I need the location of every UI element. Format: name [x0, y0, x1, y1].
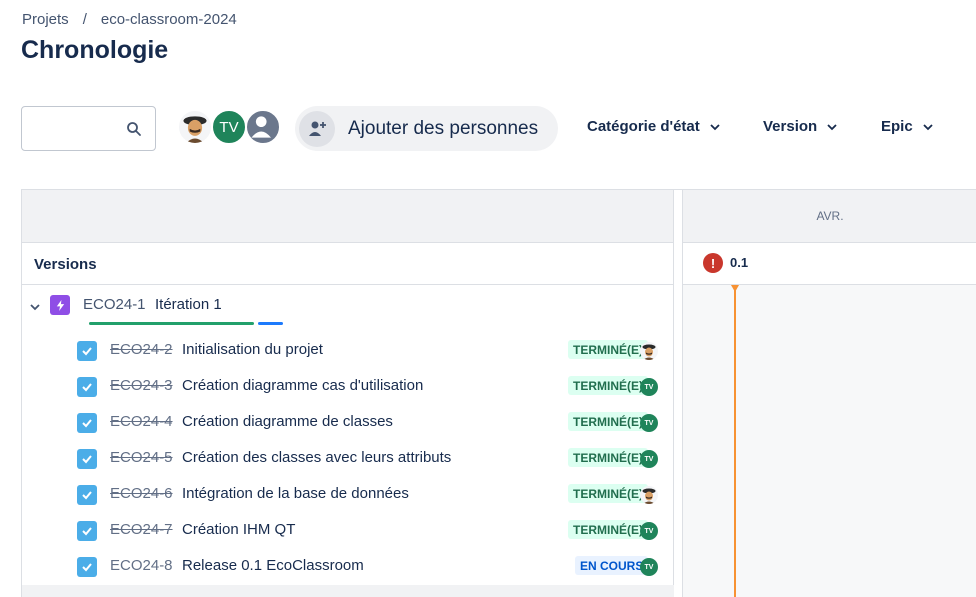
- issue-key[interactable]: ECO24-8: [110, 557, 173, 574]
- task-checkbox-icon: [77, 413, 97, 433]
- chevron-down-icon: [827, 123, 837, 130]
- filter-epic[interactable]: Epic: [881, 118, 933, 135]
- person-avatar-icon: [642, 344, 656, 360]
- chevron-down-icon[interactable]: [30, 302, 40, 312]
- add-person-icon: [299, 110, 335, 147]
- today-line: [734, 285, 736, 597]
- status-badge[interactable]: TERMINÉ(E): [568, 520, 648, 539]
- epic-progress-done: [89, 322, 254, 325]
- assignee-avatar[interactable]: TV: [640, 558, 658, 576]
- filter-label: Version: [763, 118, 818, 135]
- status-badge[interactable]: TERMINÉ(E): [568, 376, 648, 395]
- assignee-avatar[interactable]: TV: [640, 378, 658, 396]
- issue-title[interactable]: Création des classes avec leurs attribut…: [182, 449, 451, 466]
- toolbar: TV Ajouter des personnes Catégorie d'éta…: [21, 106, 976, 152]
- epic-icon: [50, 295, 70, 315]
- epic-key[interactable]: ECO24-1: [83, 296, 146, 313]
- create-row: [22, 585, 674, 597]
- breadcrumb-separator: /: [82, 11, 87, 28]
- task-checkbox-icon: [77, 449, 97, 469]
- issue-title[interactable]: Création IHM QT: [182, 521, 295, 538]
- issue-row[interactable]: ECO24-6 Intégration de la base de donnée…: [22, 479, 674, 515]
- task-checkbox-icon: [77, 485, 97, 505]
- calendar-header: AVR.: [682, 190, 976, 243]
- person-avatar[interactable]: [640, 486, 658, 504]
- version-name[interactable]: 0.1: [730, 255, 748, 270]
- person-avatar-icon: [183, 116, 207, 143]
- issue-row[interactable]: ECO24-8 Release 0.1 EcoClassroom EN COUR…: [22, 551, 674, 587]
- assignee-avatar[interactable]: TV: [640, 522, 658, 540]
- issue-title[interactable]: Initialisation du projet: [182, 341, 323, 358]
- status-badge[interactable]: TERMINÉ(E): [568, 412, 648, 431]
- filter-status-category[interactable]: Catégorie d'état: [587, 118, 720, 135]
- issue-title[interactable]: Intégration de la base de données: [182, 485, 409, 502]
- issue-key[interactable]: ECO24-5: [110, 449, 173, 466]
- page-title: Chronologie: [21, 36, 169, 64]
- filter-version[interactable]: Version: [763, 118, 837, 135]
- panel-resizer[interactable]: [674, 190, 682, 597]
- task-checkbox-icon: [77, 341, 97, 361]
- assignee-avatar[interactable]: TV: [640, 450, 658, 468]
- issue-key[interactable]: ECO24-2: [110, 341, 173, 358]
- issue-title[interactable]: Release 0.1 EcoClassroom: [182, 557, 364, 574]
- issue-title[interactable]: Création diagramme cas d'utilisation: [182, 377, 423, 394]
- breadcrumb-project-link[interactable]: eco-classroom-2024: [101, 11, 237, 28]
- filter-label: Epic: [881, 118, 913, 135]
- status-badge[interactable]: TERMINÉ(E): [568, 484, 648, 503]
- person-avatar[interactable]: [177, 109, 213, 145]
- person-avatar[interactable]: [640, 342, 658, 360]
- breadcrumb-projects-link[interactable]: Projets: [22, 11, 69, 28]
- issue-key[interactable]: ECO24-4: [110, 413, 173, 430]
- epic-row[interactable]: ECO24-1 Itération 1: [22, 285, 674, 329]
- add-people-button[interactable]: Ajouter des personnes: [295, 106, 558, 151]
- issue-row[interactable]: ECO24-7 Création IHM QT TERMINÉ(E) TV: [22, 515, 674, 551]
- status-badge[interactable]: TERMINÉ(E): [568, 448, 648, 467]
- assignee-avatar[interactable]: TV: [640, 414, 658, 432]
- task-checkbox-icon: [77, 521, 97, 541]
- tv-avatar[interactable]: TV: [211, 109, 247, 145]
- issue-row[interactable]: ECO24-5 Création des classes avec leurs …: [22, 443, 674, 479]
- issue-key[interactable]: ECO24-7: [110, 521, 173, 538]
- versions-row: Versions: [22, 243, 674, 285]
- breadcrumb: Projets / eco-classroom-2024: [22, 11, 237, 28]
- issue-row[interactable]: ECO24-4 Création diagramme de classes TE…: [22, 407, 674, 443]
- task-checkbox-icon: [77, 377, 97, 397]
- issue-row[interactable]: ECO24-3 Création diagramme cas d'utilisa…: [22, 371, 674, 407]
- status-badge[interactable]: TERMINÉ(E): [568, 340, 648, 359]
- chevron-down-icon: [710, 123, 720, 130]
- calendar-body: [682, 285, 976, 597]
- status-badge[interactable]: EN COURS: [575, 556, 649, 575]
- chevron-down-icon: [923, 123, 933, 130]
- month-label: AVR.: [816, 209, 844, 223]
- person-avatar-icon: [642, 488, 656, 504]
- user-placeholder-icon: [251, 116, 271, 138]
- version-warning-icon[interactable]: !: [703, 253, 723, 273]
- task-checkbox-icon: [77, 557, 97, 577]
- filter-label: Catégorie d'état: [587, 118, 700, 135]
- timeline-grid: AVR. Versions ! 0.1 ECO24-1 Itération 1 …: [21, 189, 976, 597]
- search-input[interactable]: [21, 106, 156, 151]
- epic-title[interactable]: Itération 1: [155, 296, 222, 313]
- versions-track: ! 0.1: [682, 243, 976, 285]
- search-icon: [127, 122, 141, 136]
- user-placeholder-avatar[interactable]: [245, 109, 281, 145]
- issue-title[interactable]: Création diagramme de classes: [182, 413, 393, 430]
- issue-key[interactable]: ECO24-3: [110, 377, 173, 394]
- issue-key[interactable]: ECO24-6: [110, 485, 173, 502]
- versions-label: Versions: [34, 256, 97, 273]
- issue-list: ECO24-1 Itération 1 ECO24-2 Initialisati…: [22, 285, 674, 597]
- add-people-label: Ajouter des personnes: [348, 117, 539, 139]
- issue-row[interactable]: ECO24-2 Initialisation du projet TERMINÉ…: [22, 335, 674, 371]
- epic-progress-in-progress: [258, 322, 283, 325]
- list-header: [22, 190, 674, 243]
